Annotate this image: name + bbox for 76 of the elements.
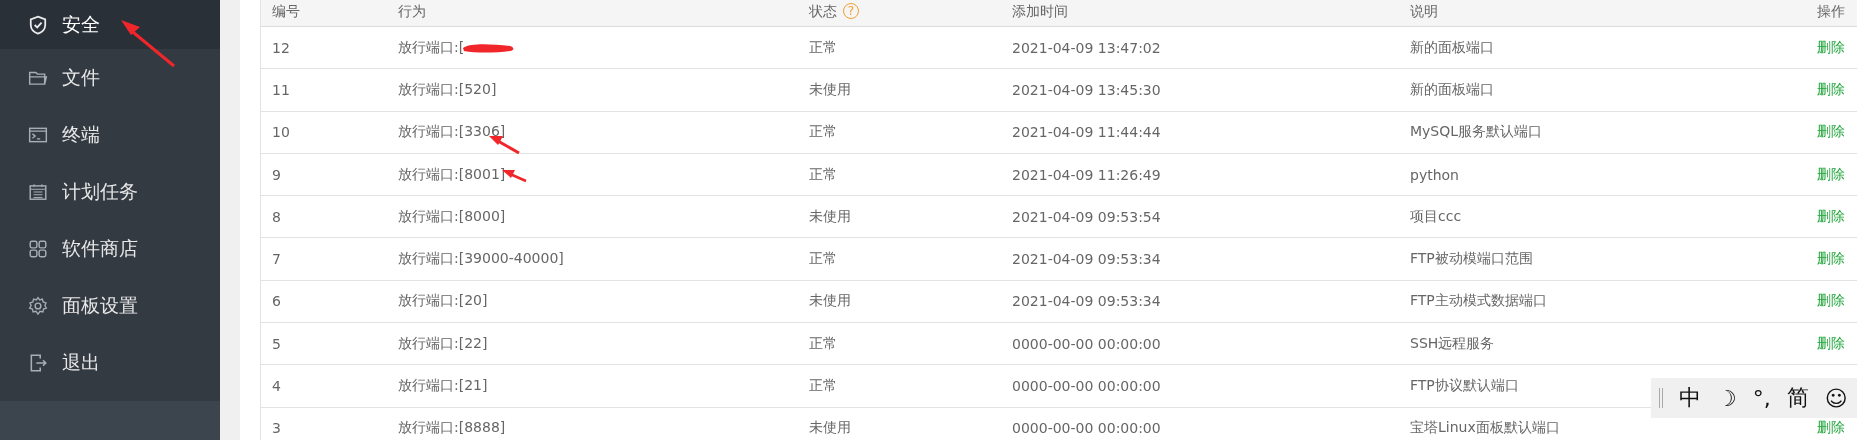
table-cell: SSH远程服务: [1410, 334, 1495, 351]
table-cell: 放行端口:[39000-40000]: [398, 250, 564, 269]
table-cell: 5: [272, 335, 281, 352]
table-cell: 项目ccc: [1410, 207, 1462, 224]
sidebar-item[interactable]: 文件: [0, 49, 220, 106]
table-cell: 放行端口:[21]: [398, 377, 488, 395]
table-cell: 2021-04-09 09:53:34: [1012, 251, 1161, 268]
table-cell: 11: [272, 81, 290, 98]
sidebar-item[interactable]: 安全: [0, 0, 220, 49]
table-cell: 放行端口:[22]: [398, 334, 488, 353]
exit-icon: [28, 352, 48, 373]
table-cell: FTP被动模端口范围: [1410, 250, 1533, 267]
table-cell: 0000-00-00 00:00:00: [1012, 420, 1161, 437]
table-cell: 未使用: [809, 207, 851, 224]
table-cell: 3: [272, 420, 281, 437]
table-cell: 12: [272, 39, 290, 56]
ime-key[interactable]: ☺: [1824, 385, 1848, 411]
table-cell: 未使用: [809, 419, 851, 436]
sidebar-item[interactable]: 终端: [0, 106, 220, 163]
settings-icon: [28, 295, 48, 316]
sidebar-item[interactable]: 面板设置: [0, 277, 220, 334]
annotation-arrow: [502, 170, 527, 183]
ime-key[interactable]: 简: [1786, 383, 1809, 413]
column-header: 说明: [1410, 3, 1438, 19]
column-header: 编号: [272, 3, 300, 19]
table-cell: 2021-04-09 13:45:30: [1012, 81, 1161, 98]
table-cell: 0000-00-00 00:00:00: [1012, 335, 1161, 352]
table-cell: 2021-04-09 11:26:49: [1012, 166, 1161, 183]
column-header: 添加时间: [1012, 3, 1068, 19]
table-cell: 正常: [809, 165, 837, 182]
table-cell: 新的面板端口: [1410, 38, 1494, 55]
table-cell: 7: [272, 251, 281, 268]
table-cell: 8: [272, 208, 281, 225]
table-cell: 正常: [809, 377, 837, 393]
table-cell: 正常: [809, 334, 837, 351]
column-header: 状态: [809, 3, 837, 19]
table-cell: 2021-04-09 09:53:54: [1012, 208, 1161, 225]
table-cell: 放行端口:[8000]: [398, 207, 506, 226]
table-cell: 正常: [809, 123, 837, 140]
annotation-arrow: [489, 136, 520, 155]
table-cell: 未使用: [809, 80, 851, 97]
table-cell: 9: [272, 166, 281, 183]
table-cell: python: [1410, 166, 1459, 183]
ime-key[interactable]: °,: [1752, 385, 1771, 411]
table-cell: 放行端口:[: [398, 38, 465, 57]
table-cell: 新的面板端口: [1410, 80, 1494, 97]
table-cell: 未使用: [809, 292, 851, 309]
table-cell: 正常: [809, 250, 837, 267]
table-cell: 放行端口:[8001]: [398, 165, 506, 184]
table-cell: 放行端口:[520]: [398, 80, 497, 99]
table-cell: 放行端口:[8888]: [398, 419, 506, 438]
table-cell: 2021-04-09 09:53:34: [1012, 293, 1161, 310]
ime-key[interactable]: ☽: [1717, 385, 1737, 411]
sidebar-item[interactable]: 计划任务: [0, 163, 220, 220]
table-cell: 正常: [809, 38, 837, 55]
calendar-icon: [28, 181, 48, 202]
shield-icon: [28, 14, 48, 35]
column-header: 操作: [1817, 3, 1845, 19]
table-cell: 10: [272, 124, 290, 141]
ime-key[interactable]: 中: [1679, 383, 1701, 413]
table-cell: 宝塔Linux面板默认端口: [1410, 419, 1560, 436]
annotation-arrow: [121, 20, 175, 68]
table-cell: 放行端口:[3306]: [398, 123, 506, 142]
table-cell: 2021-04-09 13:47:02: [1012, 39, 1161, 56]
grid-icon: [28, 238, 48, 259]
table-cell: 4: [272, 378, 281, 394]
table-cell: 2021-04-09 11:44:44: [1012, 124, 1161, 141]
table-cell: 0000-00-00 00:00:00: [1012, 378, 1161, 394]
table-cell: MySQL服务默认端口: [1410, 123, 1543, 140]
column-header: 行为: [398, 3, 426, 19]
table-cell: 6: [272, 293, 281, 310]
sidebar-item[interactable]: 退出: [0, 334, 220, 391]
sidebar-item[interactable]: 软件商店: [0, 220, 220, 277]
table-cell: 放行端口:[20]: [398, 292, 488, 311]
table-cell: FTP主动模式数据端口: [1410, 292, 1547, 309]
table-cell: FTP协议默认端口: [1410, 377, 1519, 393]
